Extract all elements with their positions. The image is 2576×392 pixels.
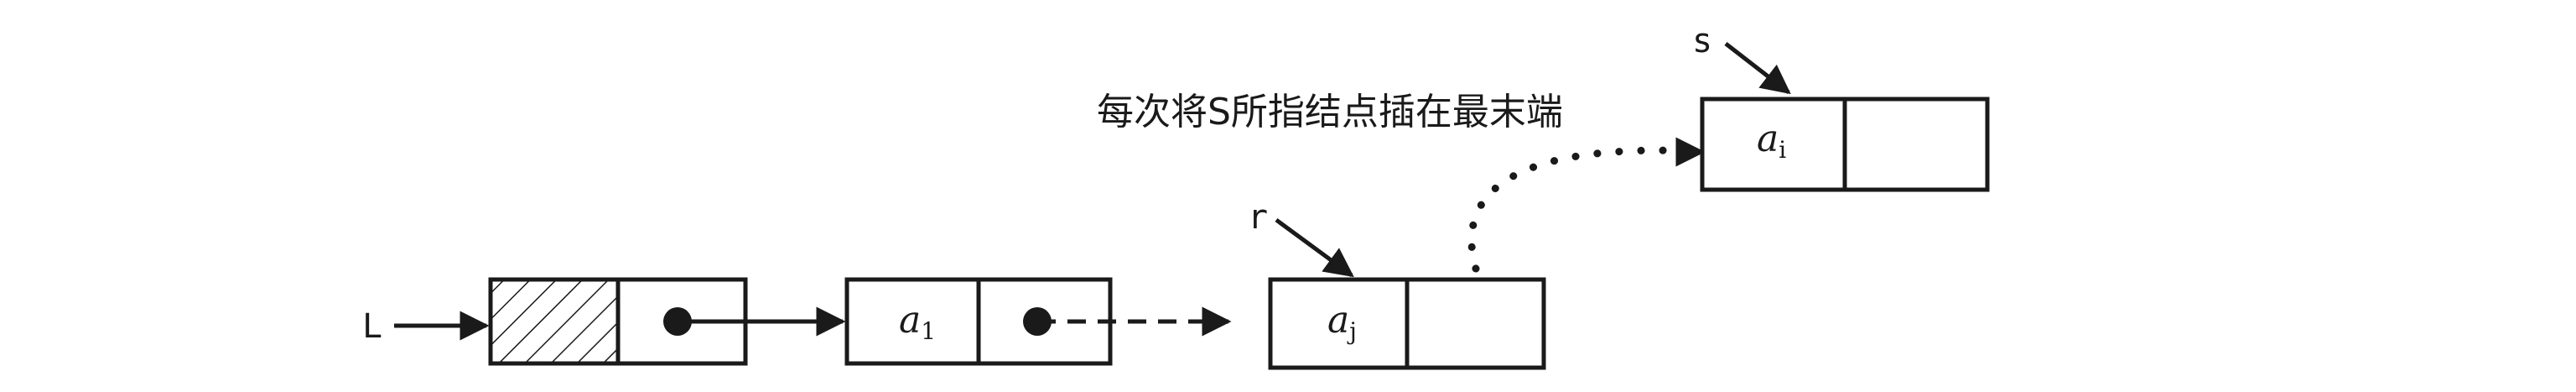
node-ai-next-cell — [1842, 97, 1990, 192]
node-ai: ai — [1700, 97, 1990, 192]
diagram-caption: 每次将S所指结点插在最末端 — [1097, 91, 1563, 133]
tail-pointer-arrow — [1275, 217, 1354, 278]
head-node-data-cell — [488, 277, 621, 366]
node-aj: aj — [1268, 277, 1546, 370]
aj-to-ai-dotted-link — [1467, 146, 1698, 273]
new-pointer-arrow — [1724, 42, 1791, 95]
new-pointer-label: s — [1692, 22, 1712, 60]
tail-pointer-label: r — [1248, 198, 1268, 237]
head-pointer-label: L — [362, 307, 382, 346]
linked-list-tail-insert-diagram: L a1 r aj 每次将S所指结点插在最末端 s ai — [362, 22, 1990, 370]
node-aj-next-cell — [1405, 277, 1546, 370]
